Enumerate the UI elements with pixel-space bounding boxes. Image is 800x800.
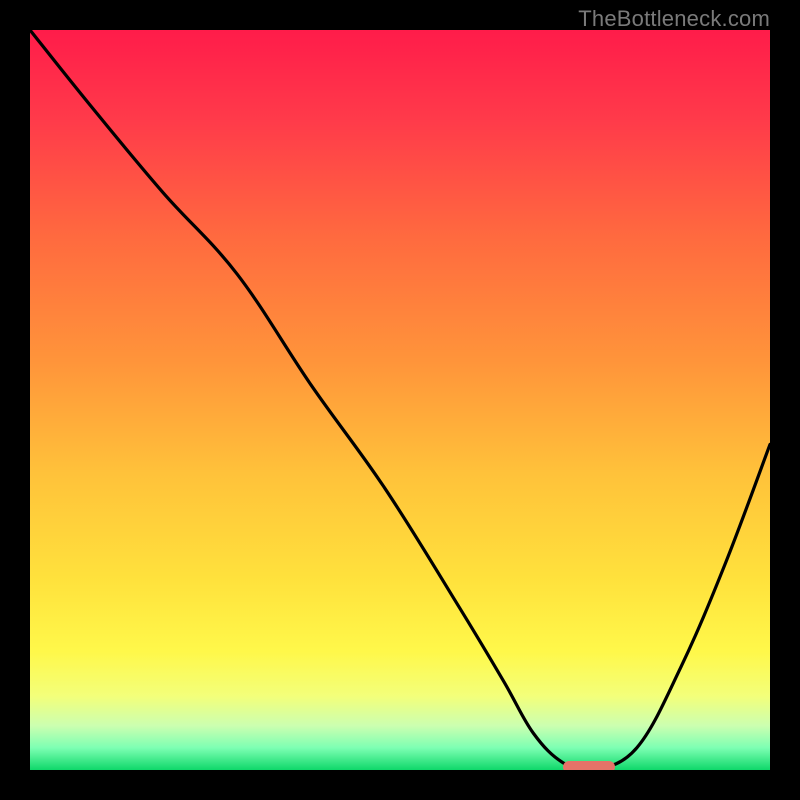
chart-frame: TheBottleneck.com [0,0,800,800]
bottleneck-curve [30,30,770,770]
plot-area [30,30,770,770]
watermark-label: TheBottleneck.com [578,6,770,32]
optimal-range-marker [563,761,615,770]
